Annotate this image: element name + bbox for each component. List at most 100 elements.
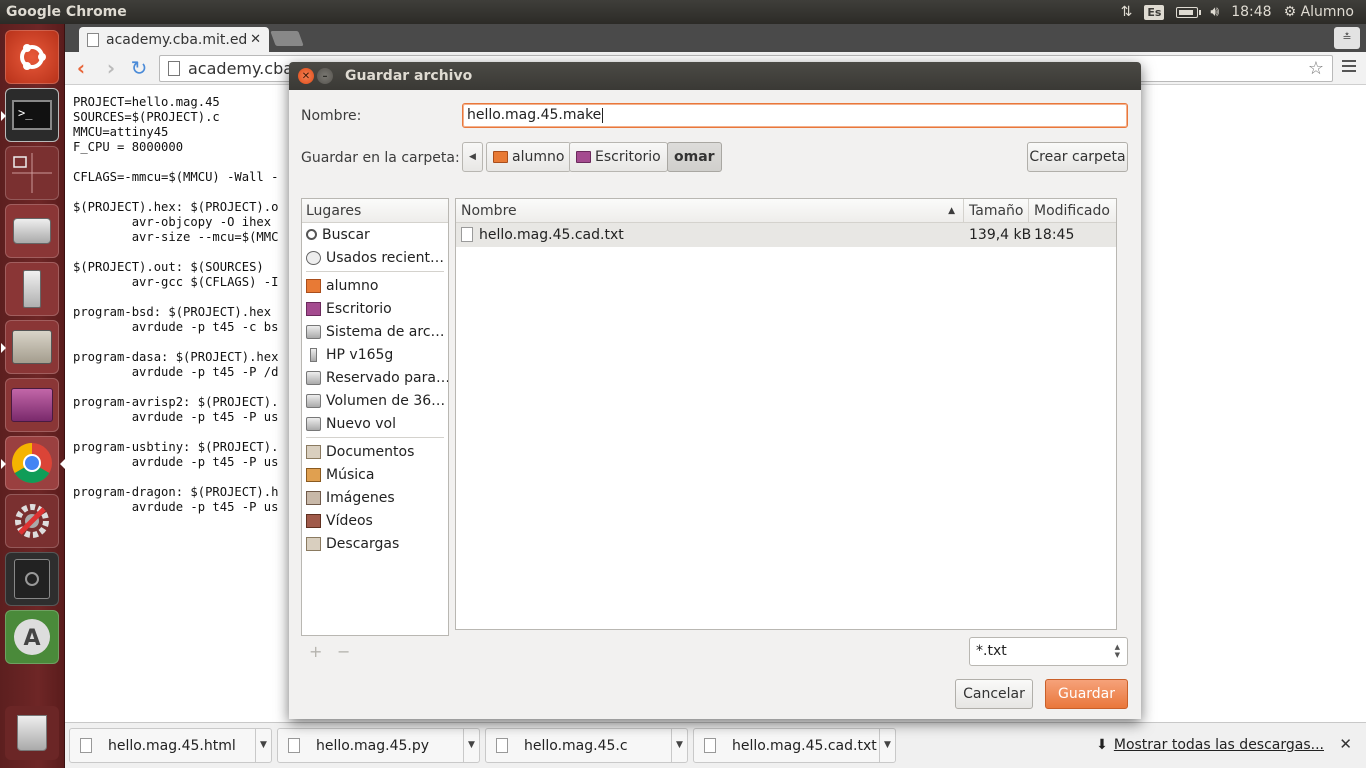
volume-icon[interactable]: 🔊︎ [1210,4,1219,20]
place-item[interactable]: Usados recient… [302,246,448,269]
place-item[interactable]: alumno [302,274,448,297]
cancel-button[interactable]: Cancelar [955,679,1033,709]
place-item[interactable]: Nuevo vol [302,412,448,435]
place-item[interactable]: Reservado para… [302,366,448,389]
column-size[interactable]: Tamaño [964,199,1029,223]
download-menu-icon[interactable]: ▼ [879,729,895,762]
browser-tab[interactable]: academy.cba.mit.ed ✕ [79,27,269,52]
place-item[interactable]: Música [302,463,448,486]
minimize-icon[interactable]: – [317,68,333,84]
documents-folder-icon [306,444,321,459]
workspace-switcher-icon[interactable] [5,146,59,200]
home-folder-icon [306,278,321,293]
download-menu-icon[interactable]: ▼ [463,729,479,762]
text-file-icon [461,227,473,242]
filename-input[interactable]: hello.mag.45.make [462,103,1128,128]
downloads-folder-icon [306,536,321,551]
place-item[interactable]: HP v165g [302,343,448,366]
reload-icon[interactable]: ↻ [127,56,151,80]
page-icon [87,32,99,47]
breadcrumb-back-icon[interactable]: ◀ [462,142,483,172]
breadcrumb-omar[interactable]: omar [667,142,722,172]
download-menu-icon[interactable]: ▼ [255,729,271,762]
download-arrow-icon: ⬇ [1096,737,1108,753]
column-size-label: Tamaño [969,203,1024,219]
place-item[interactable]: Buscar [302,223,448,246]
file-row[interactable]: hello.mag.45.cad.txt 139,4 kB 18:45 [456,223,1116,247]
ubuntu-dash-icon[interactable] [5,30,59,84]
user-name: Alumno [1300,4,1354,20]
new-tab-button[interactable] [270,31,304,46]
browser-menu-icon[interactable] [1342,60,1356,75]
column-name[interactable]: Nombre ▲ [456,199,964,223]
download-item[interactable]: hello.mag.45.py ▼ [277,728,480,763]
keyboard-layout-indicator[interactable]: Es [1144,4,1165,20]
create-folder-button[interactable]: Crear carpeta [1027,142,1128,172]
save-button[interactable]: Guardar [1045,679,1128,709]
search-icon [306,229,317,240]
bookmark-star-icon[interactable]: ☆ [1308,58,1324,79]
breadcrumb-label: omar [674,149,715,165]
show-all-downloads-link[interactable]: ⬇ Mostrar todas las descargas... [1096,737,1324,753]
trash-icon[interactable] [5,706,59,760]
place-item[interactable]: Descargas [302,532,448,555]
close-downloads-icon[interactable]: ✕ [1339,735,1352,753]
close-icon[interactable]: ✕ [298,68,314,84]
file-list-header: Nombre ▲ Tamaño Modificado [456,199,1116,223]
usb-drive-icon[interactable] [5,262,59,316]
breadcrumb-alumno[interactable]: alumno [486,142,572,172]
profile-button[interactable]: ≛ [1334,27,1360,49]
download-name: hello.mag.45.html [108,737,236,754]
filename-value: hello.mag.45.make [467,107,602,123]
desktop-icon[interactable] [5,378,59,432]
home-folder-icon [493,151,508,163]
browser-tab-strip: academy.cba.mit.ed ✕ ≛ [65,24,1366,52]
dialog-titlebar: ✕ – Guardar archivo [289,62,1141,90]
usb-drive-icon [310,347,317,362]
chrome-icon[interactable] [1,436,65,490]
column-modified[interactable]: Modificado [1029,199,1116,223]
network-icon[interactable]: ⇅ [1121,4,1133,20]
file-manager-icon[interactable] [1,320,59,374]
recent-icon [306,250,321,265]
place-label: Usados recient… [326,249,444,266]
camera-icon[interactable] [5,552,59,606]
drive-icon [306,416,321,431]
place-label: Documentos [326,443,415,460]
clock[interactable]: 18:48 [1231,4,1271,20]
place-item[interactable]: Documentos [302,440,448,463]
download-item[interactable]: hello.mag.45.c ▼ [485,728,688,763]
battery-icon[interactable] [1176,6,1202,18]
terminal-icon[interactable]: >_ [1,88,59,142]
name-label: Nombre: [301,108,362,124]
user-menu[interactable]: ⚙ Alumno [1284,4,1354,20]
place-item[interactable]: Imágenes [302,486,448,509]
software-updater-icon[interactable]: A [5,610,59,664]
back-icon[interactable]: ‹ [69,56,93,80]
download-item[interactable]: hello.mag.45.html ▼ [69,728,272,763]
place-item[interactable]: Escritorio [302,297,448,320]
place-item[interactable]: Volumen de 36… [302,389,448,412]
download-name: hello.mag.45.cad.txt [732,737,877,754]
system-settings-icon[interactable] [5,494,59,548]
download-item[interactable]: hello.mag.45.cad.txt ▼ [693,728,896,763]
places-sidebar: Lugares Buscar Usados recient… alumno Escri… [301,198,449,636]
download-name: hello.mag.45.c [524,737,628,754]
add-place-button[interactable]: + [309,642,322,661]
hard-disk-icon[interactable] [5,204,59,258]
system-tray: ⇅ Es 🔊︎ 18:48 ⚙ Alumno [1121,4,1354,20]
breadcrumb-escritorio[interactable]: Escritorio [569,142,668,172]
place-item[interactable]: Sistema de arc… [302,320,448,343]
folder-label: Guardar en la carpeta: [301,150,460,166]
gear-icon: ⚙ [1283,4,1297,20]
file-size: 139,4 kB [969,227,1032,243]
show-all-label: Mostrar todas las descargas... [1113,737,1324,753]
forward-icon[interactable]: › [99,56,123,80]
download-menu-icon[interactable]: ▼ [671,729,687,762]
breadcrumb-label: alumno [512,149,565,165]
file-type-filter[interactable]: *.txt ▲ ▼ [969,637,1128,666]
place-item[interactable]: Vídeos [302,509,448,532]
tab-close-icon[interactable]: ✕ [250,32,261,47]
remove-place-button[interactable]: − [337,642,350,661]
desktop-folder-icon [306,301,321,316]
